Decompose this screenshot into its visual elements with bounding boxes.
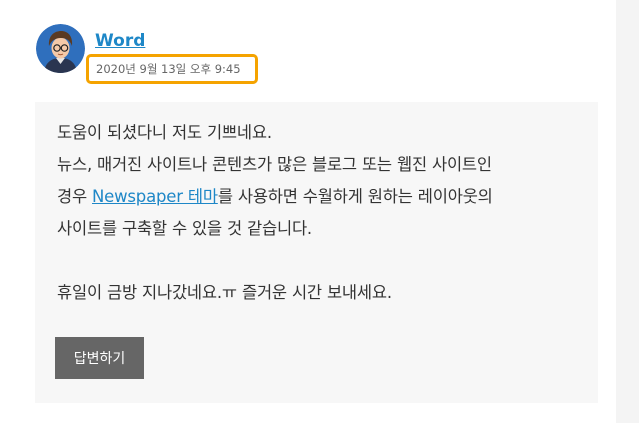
comment-body: 도움이 되셨다니 저도 기쁘네요. 뉴스, 매거진 사이트나 콘텐츠가 많은 블… — [35, 102, 598, 403]
comment-author-link[interactable]: Word — [95, 31, 145, 51]
comment-text: 도움이 되셨다니 저도 기쁘네요. 뉴스, 매거진 사이트나 콘텐츠가 많은 블… — [57, 117, 587, 309]
timestamp-text: 2020년 9월 13일 오후 9:45 — [96, 62, 241, 76]
comment-line: 뉴스, 매거진 사이트나 콘텐츠가 많은 블로그 또는 웹진 사이트인 — [57, 155, 492, 174]
comment-line: 경우 Newspaper 테마를 사용하면 수월하게 원하는 레이아웃의 — [57, 181, 587, 213]
comment-line-text: 를 사용하면 수월하게 원하는 레이아웃의 — [217, 187, 493, 206]
comment-timestamp[interactable]: 2020년 9월 13일 오후 9:45 — [86, 54, 258, 84]
comment-line: 휴일이 금방 지나갔네요.ㅠ 즐거운 시간 보내세요. — [57, 283, 392, 302]
avatar — [36, 24, 85, 73]
comment-page: Word 2020년 9월 13일 오후 9:45 도움이 되셨다니 저도 기쁘… — [0, 0, 639, 423]
scrollbar-track[interactable] — [616, 0, 639, 423]
comment-line: 도움이 되셨다니 저도 기쁘네요. — [57, 123, 272, 142]
comment-line-text: 경우 — [57, 187, 93, 206]
newspaper-theme-link[interactable]: Newspaper 테마 — [92, 187, 218, 206]
comment-line: 사이트를 구축할 수 있을 것 같습니다. — [57, 219, 312, 238]
avatar-image — [36, 24, 85, 73]
reply-button[interactable]: 답변하기 — [55, 337, 144, 379]
